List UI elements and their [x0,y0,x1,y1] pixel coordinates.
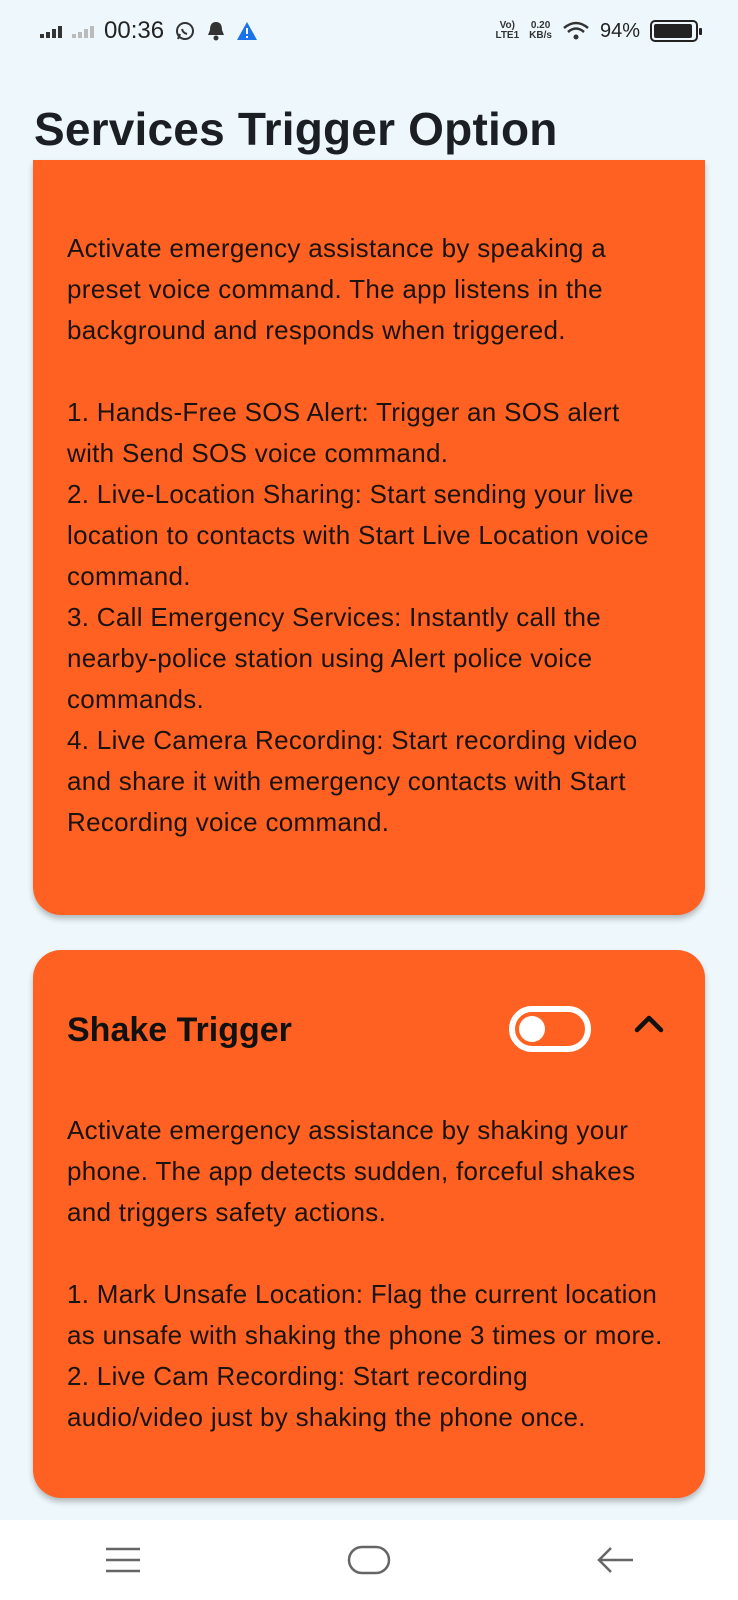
battery-icon [650,20,702,42]
voice-trigger-card: Activate emergency assistance by speakin… [33,160,705,915]
voice-item-3: 3. Call Emergency Services: Instantly ca… [67,602,602,714]
voice-item-4: 4. Live Camera Recording: Start recordin… [67,725,638,837]
status-right: Vo) LTE1 0.20 KB/s 94% [495,19,702,43]
system-nav-bar [0,1520,738,1600]
speed-indicator: 0.20 KB/s [529,21,552,41]
network-indicator: Vo) LTE1 [495,21,519,41]
recents-button[interactable] [93,1535,153,1585]
battery-fill [654,24,692,38]
shake-card-header[interactable]: Shake Trigger [67,950,671,1110]
voice-item-1: 1. Hands-Free SOS Alert: Trigger an SOS … [67,397,620,468]
back-button[interactable] [585,1535,645,1585]
shake-item-2: 2. Live Cam Recording: Start recording a… [67,1361,586,1432]
status-bar: 00:36 Vo) LTE1 0.20 KB/s 94% [0,0,738,62]
whatsapp-icon [176,22,195,40]
shake-card-heading: Shake Trigger [67,1010,292,1049]
shake-trigger-toggle[interactable] [509,1006,591,1052]
menu-icon [106,1547,140,1573]
warning-icon [237,22,258,40]
toggle-knob [519,1016,545,1042]
voice-card-body: Activate emergency assistance by speakin… [67,160,671,843]
battery-percent: 94% [599,19,640,42]
network-bottom: LTE1 [495,30,520,41]
chevron-up-icon[interactable] [629,1004,669,1044]
notification-icon [208,22,225,41]
shake-card-body: Activate emergency assistance by shaking… [67,1110,671,1438]
status-left: 00:36 [40,17,258,45]
home-button[interactable] [339,1535,399,1585]
shake-description: Activate emergency assistance by shaking… [67,1115,636,1227]
screen: 00:36 Vo) LTE1 0.20 KB/s 94% Services Tr… [0,0,738,1600]
signal-icon [40,24,62,38]
shake-item-1: 1. Mark Unsafe Location: Flag the curren… [67,1279,663,1350]
speed-unit: KB/s [529,30,552,41]
page-title: Services Trigger Option [34,103,558,155]
wifi-icon [563,21,589,40]
home-icon [347,1545,391,1575]
back-icon [597,1547,633,1573]
shake-trigger-card: Shake Trigger Activate emergency assista… [33,950,705,1498]
voice-description: Activate emergency assistance by speakin… [67,233,606,345]
clock: 00:36 [104,17,165,44]
signal-2-icon [72,24,94,38]
voice-item-2: 2. Live-Location Sharing: Start sending … [67,479,649,591]
